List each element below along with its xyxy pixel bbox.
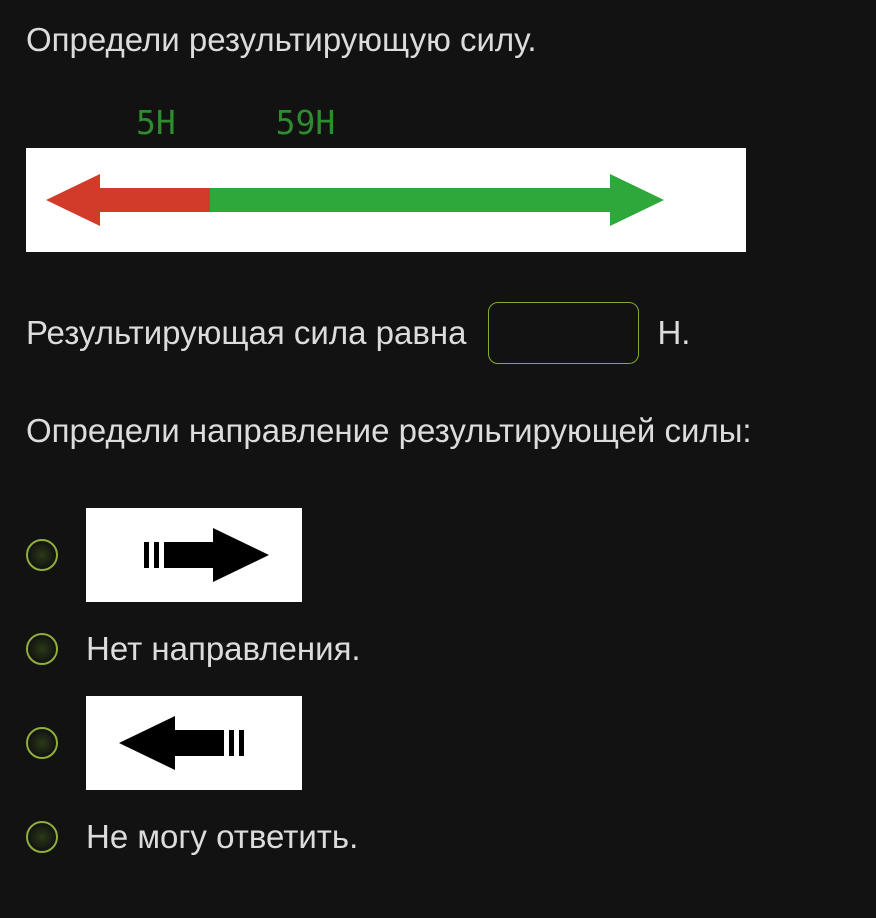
resultant-force-input[interactable] xyxy=(488,302,639,364)
arrow-head-right-icon xyxy=(610,174,664,226)
answer-line: Результирующая сила равна Н. xyxy=(26,302,850,364)
force-right-label: 59Н xyxy=(276,103,336,142)
option-1-image xyxy=(86,508,302,602)
arrow-left-icon xyxy=(109,708,279,778)
arrow-shaft-right xyxy=(210,188,610,212)
quiz-page: Определи результирующую силу. 5Н 59Н Рез… xyxy=(0,0,876,918)
option-4-label: Не могу ответить. xyxy=(86,818,358,856)
answer-label: Результирующая сила равна xyxy=(26,314,466,352)
radio-option-4[interactable] xyxy=(26,821,58,853)
force-arrows-svg xyxy=(26,148,746,252)
radio-option-1[interactable] xyxy=(26,539,58,571)
radio-option-2[interactable] xyxy=(26,633,58,665)
option-1 xyxy=(26,508,850,602)
arrow-head-left-icon xyxy=(46,174,100,226)
answer-unit: Н. xyxy=(657,314,690,352)
option-2-label: Нет направления. xyxy=(86,630,361,668)
force-left-label: 5Н xyxy=(136,103,176,142)
question-prompt: Определи результирующую силу. xyxy=(26,18,850,63)
option-4: Не могу ответить. xyxy=(26,818,850,856)
force-labels: 5Н 59Н xyxy=(26,103,850,142)
option-3 xyxy=(26,696,850,790)
arrow-shaft-left xyxy=(100,188,210,212)
direction-prompt: Определи направление результирующей силы… xyxy=(26,412,850,450)
direction-options: Нет направления. Не могу ответить. xyxy=(26,508,850,856)
arrow-right-icon xyxy=(109,520,279,590)
option-2: Нет направления. xyxy=(26,630,850,668)
radio-option-3[interactable] xyxy=(26,727,58,759)
force-diagram xyxy=(26,148,746,252)
option-3-image xyxy=(86,696,302,790)
